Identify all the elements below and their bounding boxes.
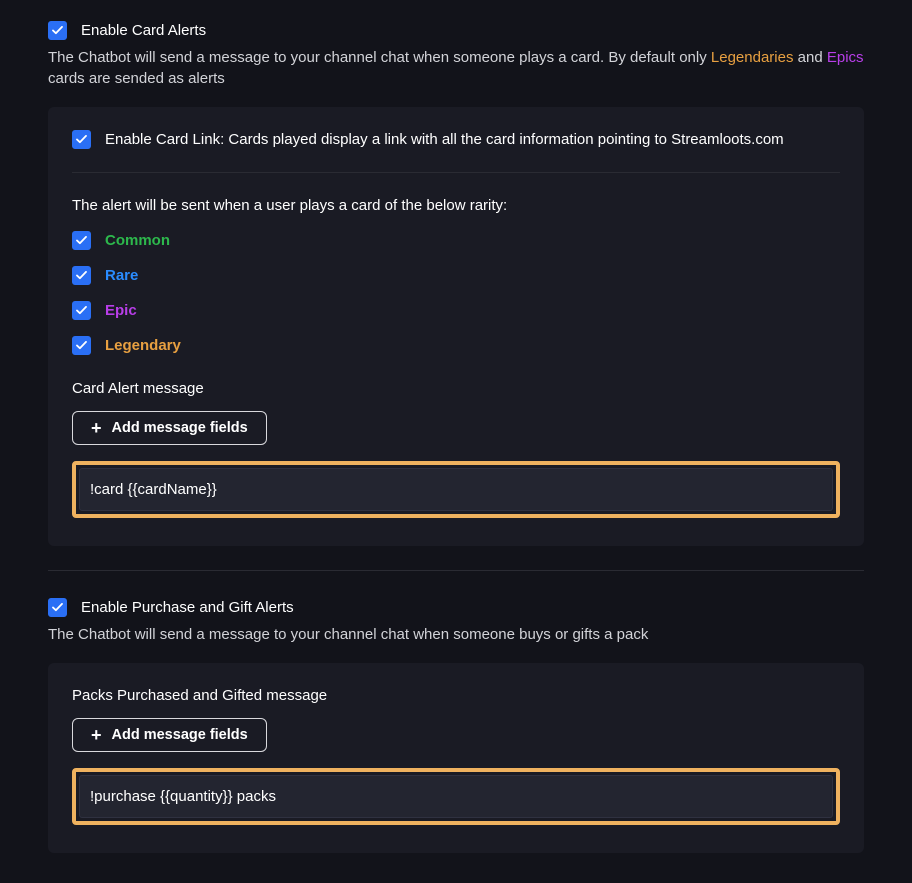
card-alert-message-label: Card Alert message xyxy=(72,378,840,399)
rarity-common-label: Common xyxy=(105,230,170,251)
purchase-message-frame xyxy=(72,768,840,825)
enable-card-alerts-checkbox[interactable] xyxy=(48,21,67,40)
add-message-fields-button-purchase[interactable]: + Add message fields xyxy=(72,718,267,752)
purchase-message-label: Packs Purchased and Gifted message xyxy=(72,685,840,706)
card-alert-message-frame xyxy=(72,461,840,518)
rarity-rare-label: Rare xyxy=(105,265,138,286)
rarity-legendary-label: Legendary xyxy=(105,335,181,356)
add-message-fields-button[interactable]: + Add message fields xyxy=(72,411,267,445)
rarity-common-checkbox[interactable] xyxy=(72,231,91,250)
divider xyxy=(72,172,840,173)
card-alert-message-input[interactable] xyxy=(79,468,833,511)
card-alerts-description: The Chatbot will send a message to your … xyxy=(48,47,864,89)
add-message-fields-label: Add message fields xyxy=(112,420,248,436)
rarity-rare-checkbox[interactable] xyxy=(72,266,91,285)
purchase-alerts-description: The Chatbot will send a message to your … xyxy=(48,624,864,645)
legendaries-word: Legendaries xyxy=(711,49,794,66)
rarity-intro: The alert will be sent when a user plays… xyxy=(72,195,840,216)
purchase-message-input[interactable] xyxy=(79,775,833,818)
enable-purchase-alerts-label: Enable Purchase and Gift Alerts xyxy=(81,597,294,618)
enable-card-link-checkbox[interactable] xyxy=(72,130,91,149)
add-message-fields-label: Add message fields xyxy=(112,727,248,743)
rarity-epic-label: Epic xyxy=(105,300,137,321)
card-alerts-panel: Enable Card Link: Cards played display a… xyxy=(48,107,864,546)
rarity-legendary-checkbox[interactable] xyxy=(72,336,91,355)
enable-card-link-label: Enable Card Link: Cards played display a… xyxy=(105,129,784,150)
section-divider xyxy=(48,570,864,571)
enable-purchase-alerts-checkbox[interactable] xyxy=(48,598,67,617)
enable-card-alerts-label: Enable Card Alerts xyxy=(81,20,206,41)
purchase-alerts-panel: Packs Purchased and Gifted message + Add… xyxy=(48,663,864,853)
epics-word: Epics xyxy=(827,49,864,66)
rarity-epic-checkbox[interactable] xyxy=(72,301,91,320)
